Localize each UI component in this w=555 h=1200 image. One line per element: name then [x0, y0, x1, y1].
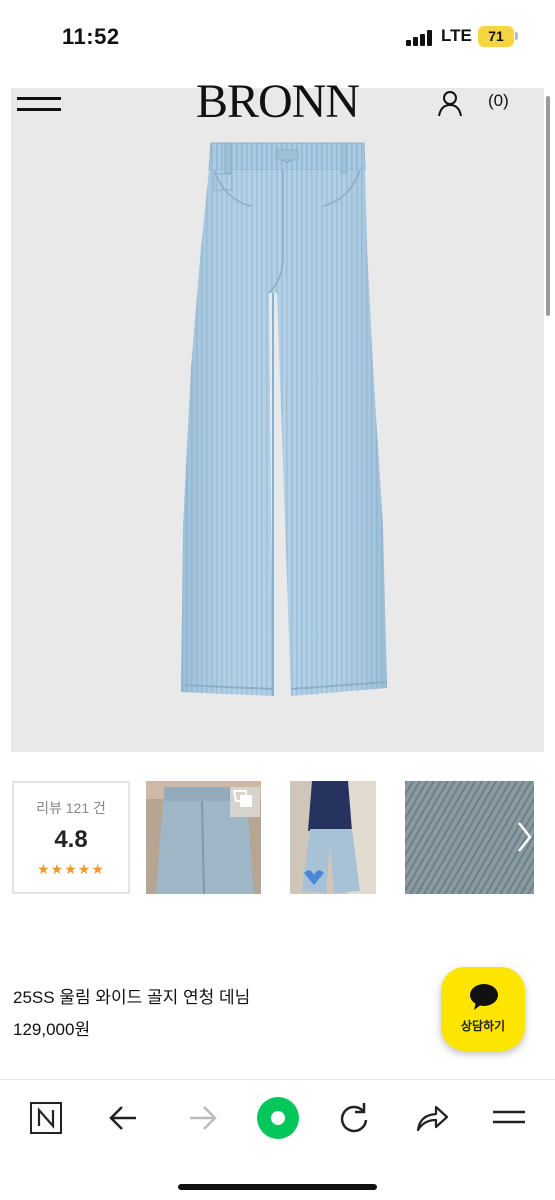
scrollbar[interactable]: [546, 96, 550, 316]
share-icon[interactable]: [410, 1098, 454, 1138]
jeans-image: [180, 142, 388, 696]
review-thumbnail-2[interactable]: [290, 781, 376, 894]
kakao-chat-button[interactable]: 상담하기: [441, 967, 525, 1051]
green-dot-icon[interactable]: [256, 1096, 300, 1140]
naver-home-icon[interactable]: [24, 1098, 68, 1138]
product-price: 129,000원: [13, 1020, 91, 1039]
chevron-right-icon[interactable]: [514, 820, 534, 854]
cart-count[interactable]: (0): [488, 91, 509, 111]
back-arrow-icon[interactable]: [102, 1098, 146, 1138]
product-name: 25SS 울림 와이드 골지 연청 데님: [13, 988, 251, 1007]
thumbnail-photo: [146, 781, 261, 894]
user-icon[interactable]: [436, 89, 464, 117]
forward-arrow-icon[interactable]: [180, 1098, 224, 1138]
menu-icon[interactable]: [487, 1098, 531, 1138]
thumbnail-photo: [290, 781, 376, 894]
chat-button-label: 상담하기: [460, 1019, 506, 1033]
status-time: 11:52: [62, 24, 120, 49]
star-rating-icon: ★★★★★: [37, 861, 105, 877]
brand-logo[interactable]: BRONN: [170, 74, 385, 129]
review-summary[interactable]: 리뷰 121 건 4.8 ★★★★★: [12, 781, 130, 894]
battery-icon: 71: [478, 26, 514, 47]
review-count: 리뷰 121 건: [36, 800, 106, 816]
menu-icon[interactable]: [17, 95, 61, 115]
network-type: LTE: [441, 26, 472, 45]
product-hero-image[interactable]: [11, 88, 544, 752]
chat-bubble-icon: [470, 984, 498, 1010]
refresh-icon[interactable]: [332, 1098, 376, 1138]
home-indicator: [178, 1184, 377, 1190]
browser-toolbar: [0, 1079, 555, 1200]
battery-tip: [515, 32, 518, 40]
review-thumbnail-1[interactable]: [146, 781, 261, 894]
review-score: 4.8: [54, 826, 88, 853]
status-bar: 11:52 LTE 71: [0, 0, 555, 76]
signal-icon: [406, 30, 434, 46]
